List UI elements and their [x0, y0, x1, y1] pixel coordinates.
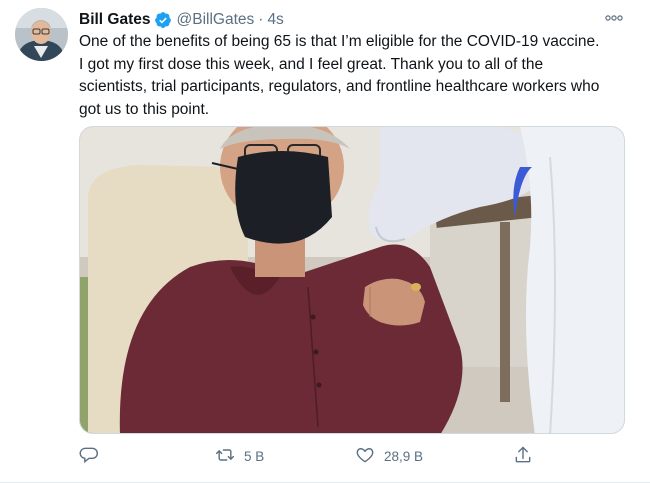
author-handle[interactable]: @BillGates	[177, 11, 255, 29]
heart-icon	[355, 445, 375, 468]
verified-badge-icon	[154, 11, 172, 29]
retweet-button[interactable]: 5 B	[215, 442, 264, 470]
tweet-text: One of the benefits of being 65 is that …	[79, 33, 600, 118]
avatar[interactable]	[15, 8, 68, 61]
timestamp[interactable]: 4s	[267, 11, 283, 29]
share-icon	[513, 445, 533, 468]
tweet-header: Bill Gates @BillGates · 4s	[79, 9, 284, 31]
retweet-icon	[215, 445, 235, 468]
reply-icon	[79, 445, 99, 468]
share-button[interactable]	[513, 442, 533, 470]
like-button[interactable]: 28,9 B	[355, 442, 423, 470]
tweet-actions: 5 B 28,9 B	[79, 442, 549, 470]
author-name[interactable]: Bill Gates	[79, 11, 151, 29]
separator-dot: ·	[258, 11, 264, 28]
reply-button[interactable]	[79, 442, 108, 470]
tweet-photo[interactable]	[79, 126, 625, 434]
retweet-count: 5 B	[244, 448, 265, 464]
like-count: 28,9 B	[384, 448, 424, 464]
tweet[interactable]: Bill Gates @BillGates · 4s One of the be…	[0, 0, 650, 483]
more-horizontal-icon[interactable]	[602, 8, 626, 28]
